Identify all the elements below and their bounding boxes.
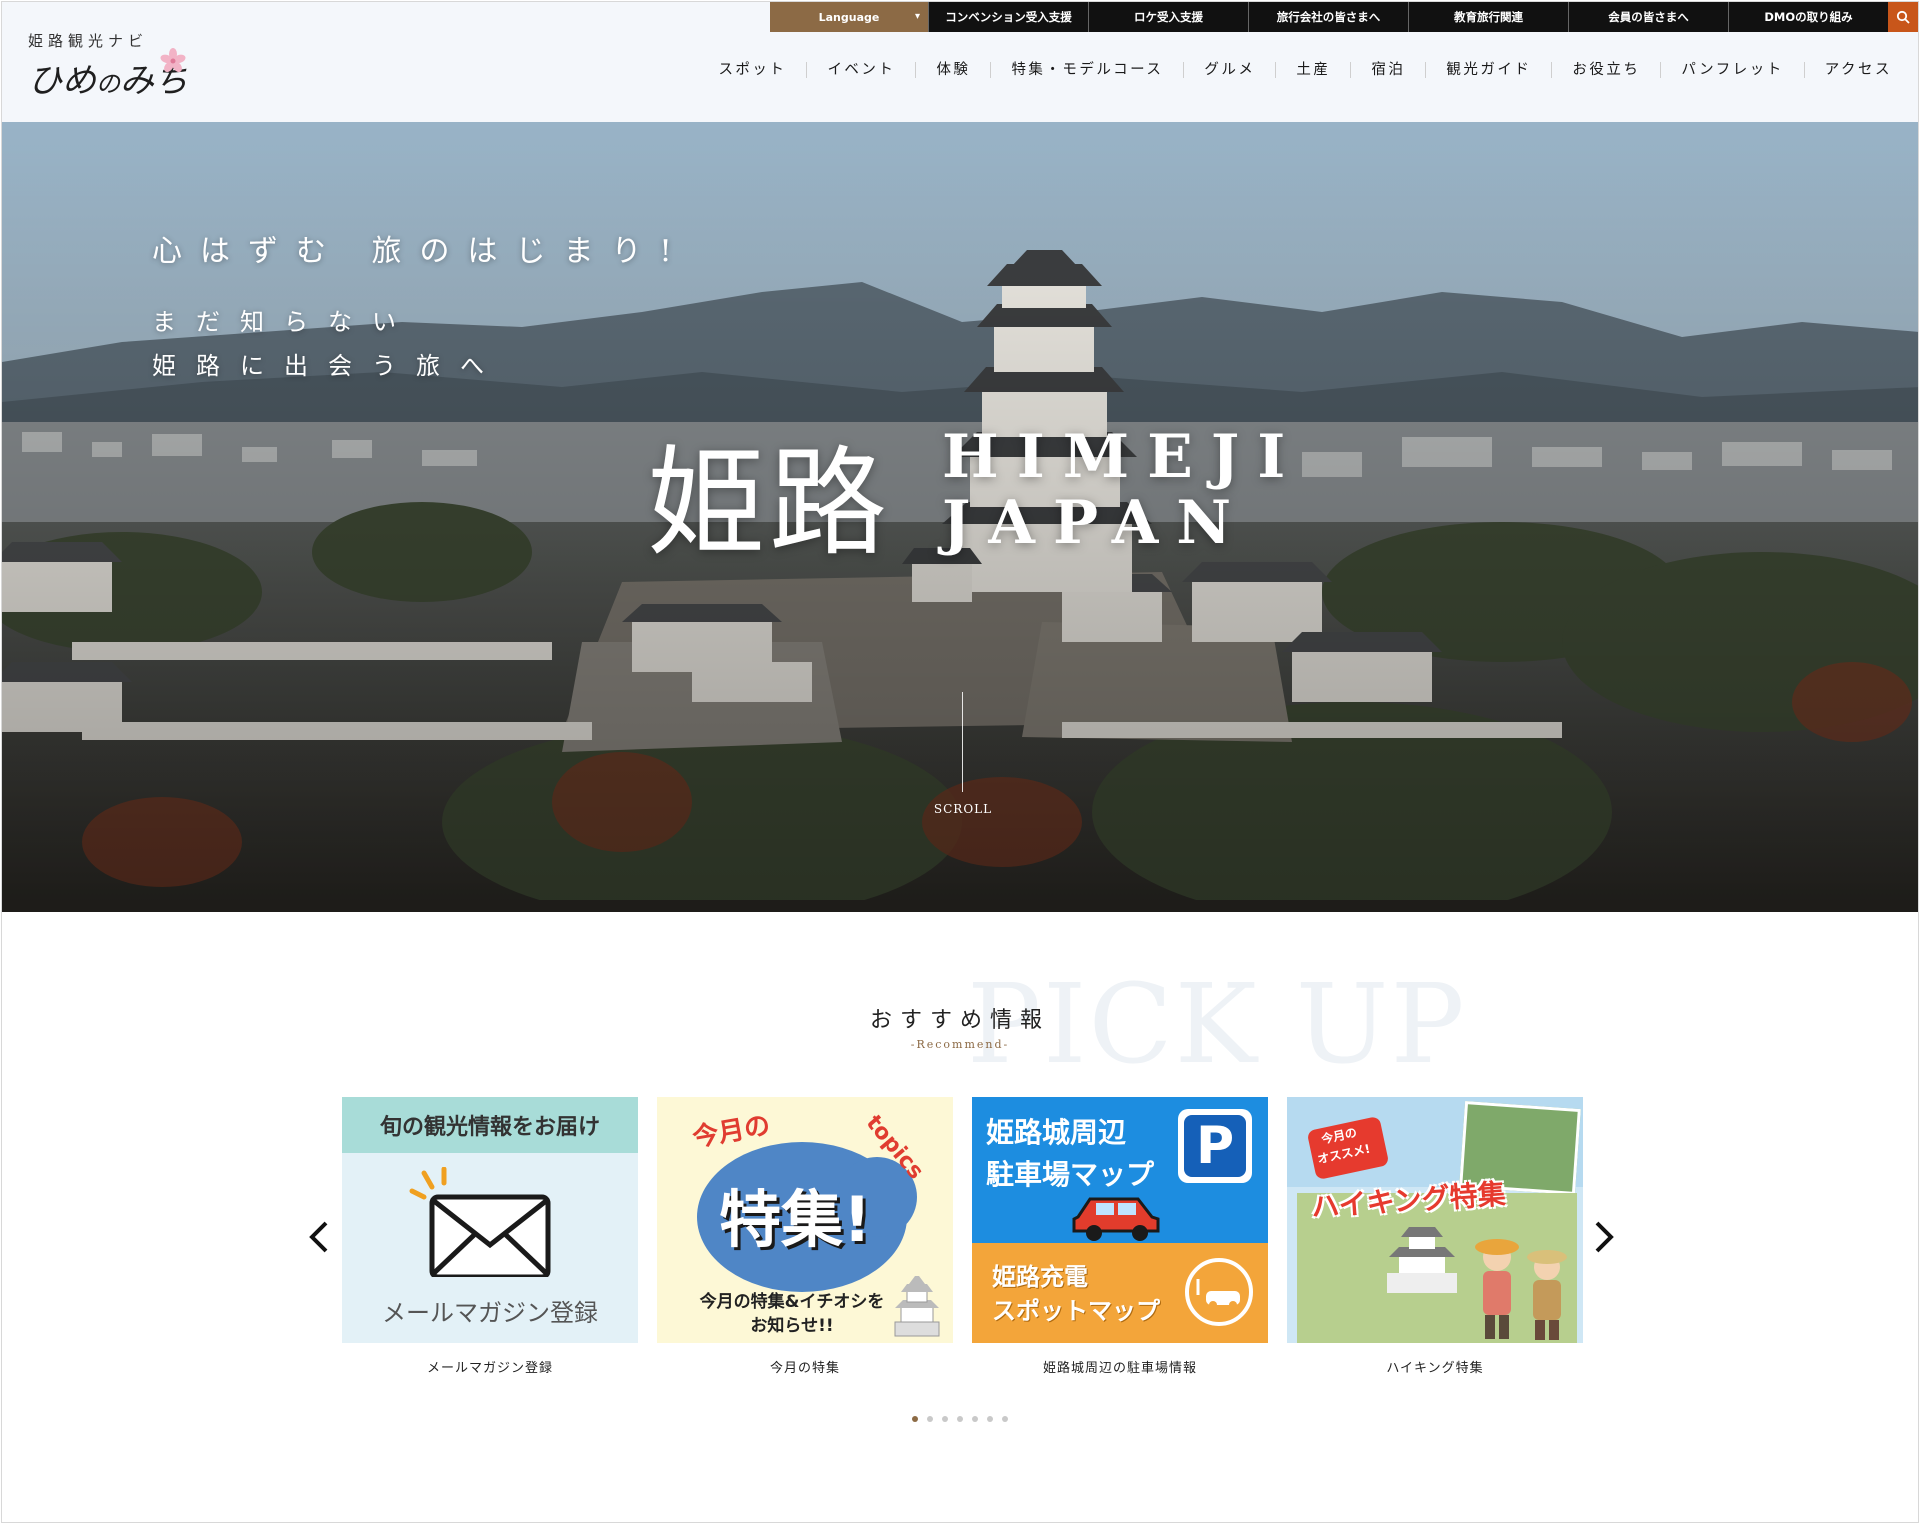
nav-item-spots[interactable]: スポット bbox=[698, 62, 806, 78]
nav-item-features[interactable]: 特集・モデルコース bbox=[990, 62, 1183, 78]
pickup-card-monthly-feature[interactable]: 今月の topics 特集! 今月の特集&イチオシを お知らせ!! 今月の特集 bbox=[657, 1097, 953, 1376]
nav-item-gourmet[interactable]: グルメ bbox=[1183, 62, 1275, 78]
nav-item-useful[interactable]: お役立ち bbox=[1551, 62, 1660, 78]
hero-title-kanji: 姫路 bbox=[647, 434, 892, 572]
hero-section: 心はずむ 旅のはじまり! まだ知らない 姫路に出会う旅へ 姫路 HIMEJI J… bbox=[2, 122, 1918, 912]
card-caption[interactable]: 姫路城周辺の駐車場情報 bbox=[972, 1357, 1268, 1376]
site-logo[interactable]: 姫路観光ナビ ひめのみち bbox=[28, 30, 188, 102]
card-caption[interactable]: 今月の特集 bbox=[657, 1357, 953, 1376]
scroll-indicator-line bbox=[962, 692, 963, 792]
pickup-card-mail-magazine[interactable]: 旬の観光情報をお届け メールマガジン登録 メールマガジン登録 bbox=[342, 1097, 638, 1376]
utility-link-convention[interactable]: コンベンション受入支援 bbox=[928, 2, 1088, 32]
carousel-prev-arrow-icon[interactable] bbox=[304, 1217, 334, 1257]
castle-icon bbox=[1387, 1227, 1457, 1293]
hero-title-latin-2: JAPAN bbox=[942, 488, 1250, 558]
carousel-next-arrow-icon[interactable] bbox=[1589, 1217, 1619, 1257]
nav-item-experience[interactable]: 体験 bbox=[915, 62, 990, 78]
parking-map-banner[interactable]: 姫路城周辺 駐車場マップ P 姫路充電 スポットマップ bbox=[972, 1097, 1268, 1343]
nav-item-access[interactable]: アクセス bbox=[1803, 62, 1912, 78]
banner-headline: 旬の観光情報をお届け bbox=[342, 1097, 638, 1153]
utility-link-education[interactable]: 教育旅行関連 bbox=[1408, 2, 1568, 32]
hiking-banner[interactable]: 今月の オススメ! ハイキング特集 bbox=[1287, 1097, 1583, 1343]
pickup-card-parking[interactable]: 姫路城周辺 駐車場マップ P 姫路充電 スポットマップ 姫路城周辺の駐車場情報 bbox=[972, 1097, 1268, 1376]
card-caption[interactable]: メールマガジン登録 bbox=[342, 1357, 638, 1376]
hero-subline-2: 姫路に出会う旅へ bbox=[152, 352, 504, 380]
banner-line-1: 今月の特集&イチオシを bbox=[699, 1292, 885, 1312]
car-icon bbox=[1072, 1197, 1160, 1241]
chevron-down-icon: ▾ bbox=[914, 11, 920, 22]
card-caption[interactable]: ハイキング特集 bbox=[1287, 1357, 1583, 1376]
carousel-pagination bbox=[912, 1416, 1008, 1422]
pickup-card-hiking[interactable]: 今月の オススメ! ハイキング特集 ハイキング特集 bbox=[1287, 1097, 1583, 1376]
carousel-dot[interactable] bbox=[927, 1416, 933, 1422]
scroll-label[interactable]: SCROLL bbox=[933, 802, 993, 816]
hikers-illustration-icon bbox=[1475, 1239, 1567, 1340]
language-label: Language bbox=[818, 10, 880, 24]
carousel-dot[interactable] bbox=[972, 1416, 978, 1422]
language-selector[interactable]: Language ▾ bbox=[770, 2, 928, 32]
banner-line-1: 姫路城周辺 bbox=[986, 1116, 1127, 1149]
sakura-icon bbox=[160, 48, 186, 73]
hero-subline-1: まだ知らない bbox=[152, 308, 416, 336]
logo-main-part: ひめ bbox=[28, 61, 96, 101]
castle-icon bbox=[894, 1276, 940, 1337]
parking-sign-icon: P bbox=[1178, 1109, 1252, 1183]
search-icon bbox=[1896, 10, 1910, 24]
carousel-dot[interactable] bbox=[1002, 1416, 1008, 1422]
nav-item-events[interactable]: イベント bbox=[806, 62, 915, 78]
carousel-dot[interactable] bbox=[957, 1416, 963, 1422]
nav-item-souvenirs[interactable]: 土産 bbox=[1275, 62, 1350, 78]
hero-title-latin-1: HIMEJI bbox=[942, 422, 1304, 492]
carousel-dot[interactable] bbox=[942, 1416, 948, 1422]
carousel-dot[interactable] bbox=[912, 1416, 918, 1422]
nav-item-lodging[interactable]: 宿泊 bbox=[1350, 62, 1425, 78]
main-navigation: スポット イベント 体験 特集・モデルコース グルメ 土産 宿泊 観光ガイド お… bbox=[698, 62, 1912, 78]
site-header: 姫路観光ナビ ひめのみち Language ▾ コンベンション受入支援 ロケ受入… bbox=[2, 2, 1918, 122]
banner-big-label: 特集! bbox=[719, 1183, 872, 1256]
utility-link-dmo[interactable]: DMOの取り組み bbox=[1728, 2, 1888, 32]
parking-letter: P bbox=[1184, 1115, 1246, 1177]
hero-tagline: 心はずむ 旅のはじまり! bbox=[152, 234, 690, 269]
nav-item-pamphlets[interactable]: パンフレット bbox=[1660, 62, 1803, 78]
mail-magazine-banner[interactable]: 旬の観光情報をお届け メールマガジン登録 bbox=[342, 1097, 638, 1343]
envelope-icon bbox=[409, 1167, 551, 1277]
banner-label: メールマガジン登録 bbox=[382, 1299, 598, 1327]
search-button[interactable] bbox=[1888, 2, 1918, 32]
banner-line-2: お知らせ!! bbox=[750, 1316, 834, 1336]
banner-line-3: 姫路充電 bbox=[992, 1263, 1088, 1291]
page-frame: 姫路観光ナビ ひめのみち Language ▾ コンベンション受入支援 ロケ受入… bbox=[1, 1, 1919, 1523]
monthly-feature-banner[interactable]: 今月の topics 特集! 今月の特集&イチオシを お知らせ!! bbox=[657, 1097, 953, 1343]
utility-link-travel-agency[interactable]: 旅行会社の皆さまへ bbox=[1248, 2, 1408, 32]
utility-link-members[interactable]: 会員の皆さまへ bbox=[1568, 2, 1728, 32]
pickup-subtitle: -Recommend- bbox=[910, 1038, 1010, 1051]
logo-small-part: の bbox=[96, 70, 120, 98]
banner-line-4: スポットマップ bbox=[992, 1297, 1160, 1325]
nav-item-guide[interactable]: 観光ガイド bbox=[1425, 62, 1551, 78]
pickup-title: おすすめ情報 bbox=[869, 1008, 1050, 1033]
carousel-dot[interactable] bbox=[987, 1416, 993, 1422]
ev-charger-icon bbox=[1185, 1258, 1253, 1326]
utility-link-location[interactable]: ロケ受入支援 bbox=[1088, 2, 1248, 32]
utility-bar: Language ▾ コンベンション受入支援 ロケ受入支援 旅行会社の皆さまへ … bbox=[770, 2, 1918, 32]
